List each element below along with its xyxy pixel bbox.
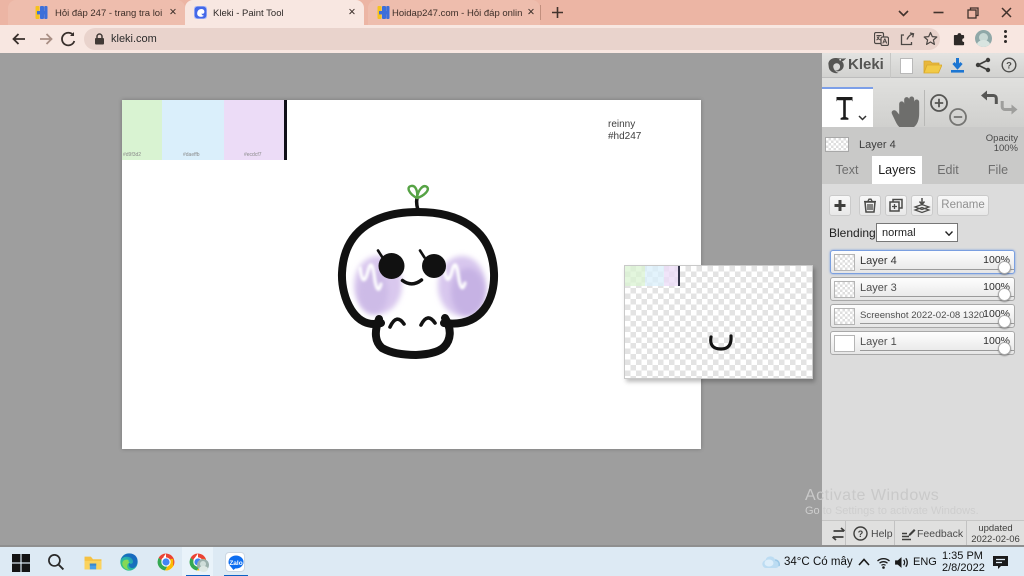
- svg-text:?: ?: [1006, 60, 1012, 71]
- svg-text:?: ?: [858, 529, 864, 539]
